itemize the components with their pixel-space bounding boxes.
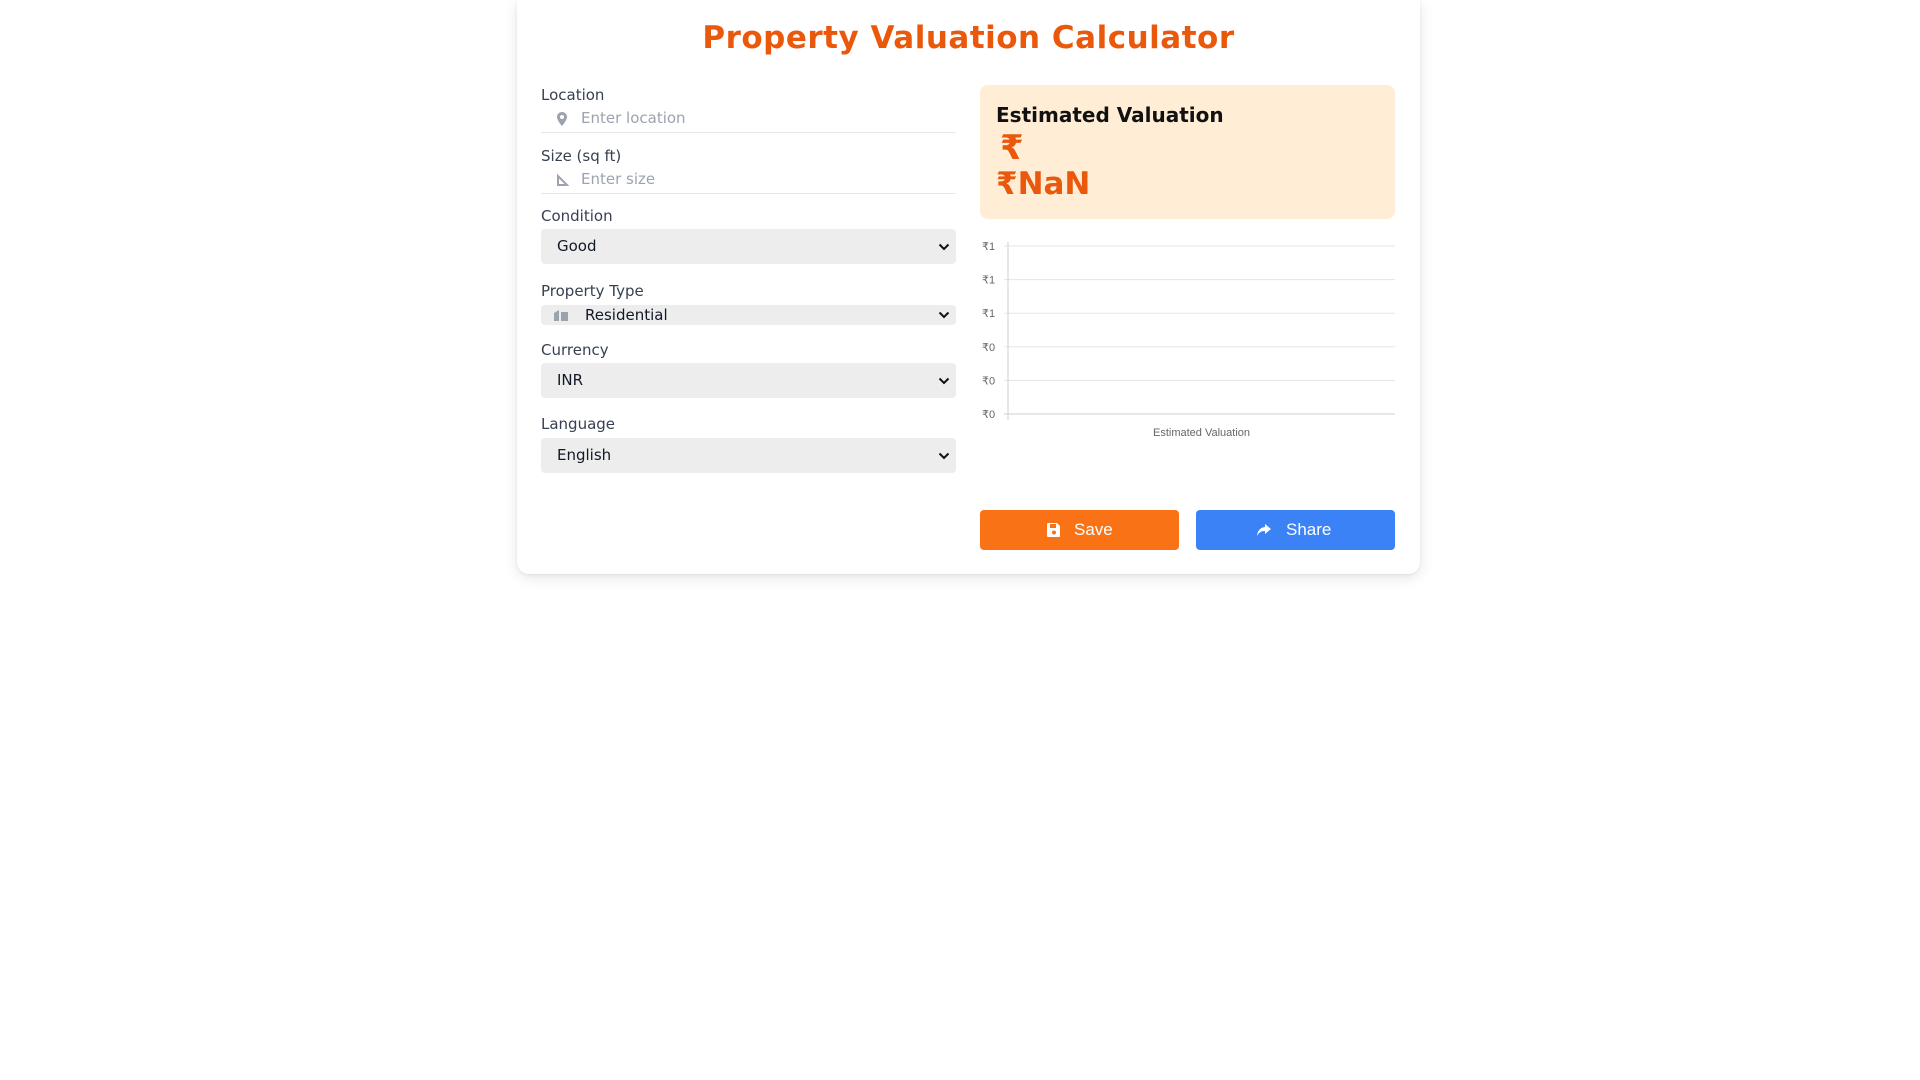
save-button[interactable]: Save <box>980 510 1179 550</box>
chart-y-tick-label: ₹1 <box>982 275 995 287</box>
size-label: Size (sq ft) <box>541 147 622 165</box>
buildings-icon <box>554 310 568 321</box>
property-type-label: Property Type <box>541 282 644 300</box>
calculator-card: Property Valuation Calculator Location S… <box>517 0 1420 574</box>
condition-select[interactable]: Good <box>541 229 956 264</box>
share-button[interactable]: Share <box>1196 510 1395 550</box>
currency-label: Currency <box>541 341 609 359</box>
currency-select[interactable]: INR <box>541 363 956 398</box>
chevron-down-icon <box>938 452 950 460</box>
chart-y-tick-label: ₹0 <box>982 342 995 354</box>
chart-y-tick-label: ₹0 <box>982 375 995 387</box>
location-field[interactable] <box>541 106 956 133</box>
chevron-down-icon <box>938 377 950 385</box>
valuation-chart: ₹0 ₹0 ₹0 ₹1 ₹1 ₹1 Estimated Valuation <box>982 241 1395 439</box>
property-type-value: Residential <box>585 306 668 324</box>
language-label: Language <box>541 415 616 433</box>
currency-value: INR <box>557 371 584 389</box>
chart-y-tick-label: ₹1 <box>982 308 995 320</box>
chart-y-tick-label: ₹0 <box>982 409 995 421</box>
size-input[interactable] <box>581 168 951 190</box>
valuation-title: Estimated Valuation <box>996 103 1224 127</box>
property-type-select[interactable]: Residential <box>541 305 956 325</box>
map-pin-icon <box>557 112 567 126</box>
share-arrow-icon <box>1257 524 1271 536</box>
chevron-down-icon <box>938 311 950 319</box>
location-input[interactable] <box>581 107 951 129</box>
chart-y-tick-label: ₹1 <box>982 241 995 253</box>
chevron-down-icon <box>938 243 950 251</box>
valuation-result: Estimated Valuation ₹ ₹NaN <box>980 85 1395 219</box>
language-value: English <box>557 446 612 464</box>
ruler-triangle-icon <box>557 173 569 186</box>
condition-value: Good <box>557 237 597 255</box>
language-select[interactable]: English <box>541 438 956 473</box>
page-title: Property Valuation Calculator <box>702 20 1235 56</box>
currency-symbol: ₹ <box>1000 128 1024 168</box>
size-field[interactable] <box>541 167 956 194</box>
chart-x-tick-label: Estimated Valuation <box>1153 427 1250 439</box>
share-button-label: Share <box>1286 520 1332 539</box>
floppy-disk-icon <box>1047 523 1060 537</box>
valuation-amount: ₹NaN <box>996 166 1091 202</box>
save-button-label: Save <box>1074 520 1113 539</box>
location-label: Location <box>541 86 605 104</box>
condition-label: Condition <box>541 207 613 225</box>
